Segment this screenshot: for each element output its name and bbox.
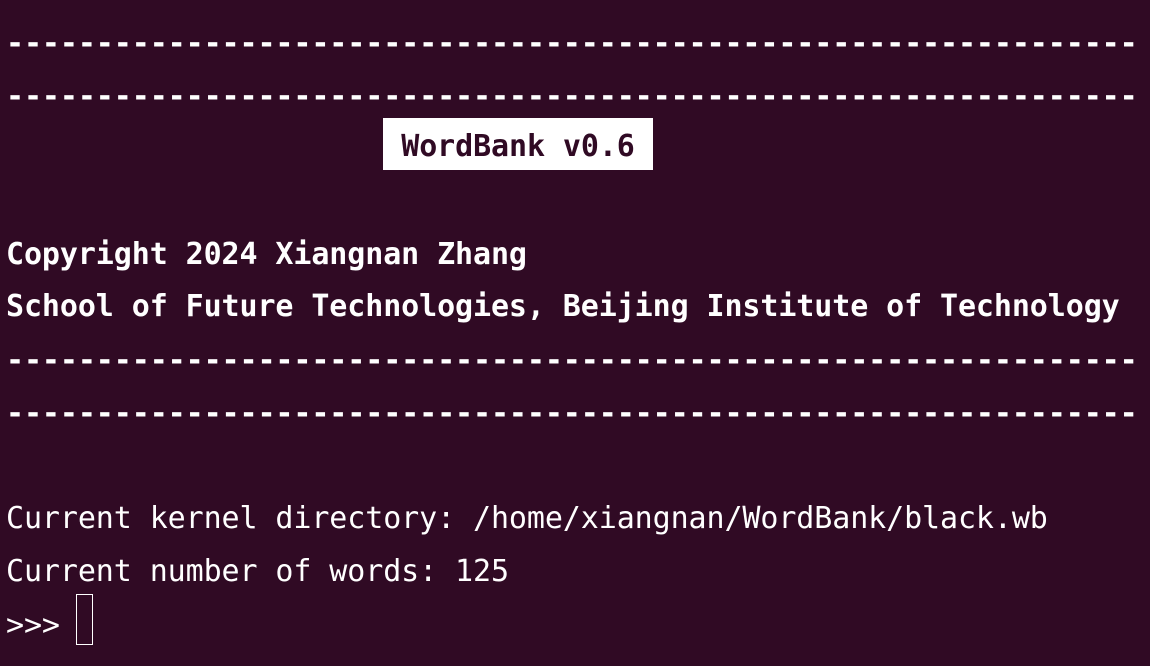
terminal-window[interactable]: ----------------------------------------… [0,0,1150,666]
kernel-directory-text: Current kernel directory: /home/xiangnan… [6,501,1048,536]
app-title-banner: WordBank v0.6 [383,118,653,170]
separator-line: ----------------------------------------… [6,26,1138,61]
command-input-cursor[interactable] [76,594,93,645]
affiliation-text: School of Future Technologies, Beijing I… [6,289,1120,324]
word-count-text: Current number of words: 125 [6,554,509,589]
separator-line: ----------------------------------------… [6,343,1138,378]
separator-line: ----------------------------------------… [6,79,1138,114]
copyright-text: Copyright 2024 Xiangnan Zhang [6,237,527,272]
separator-line: ----------------------------------------… [6,396,1138,431]
command-prompt: >>> [6,608,60,643]
